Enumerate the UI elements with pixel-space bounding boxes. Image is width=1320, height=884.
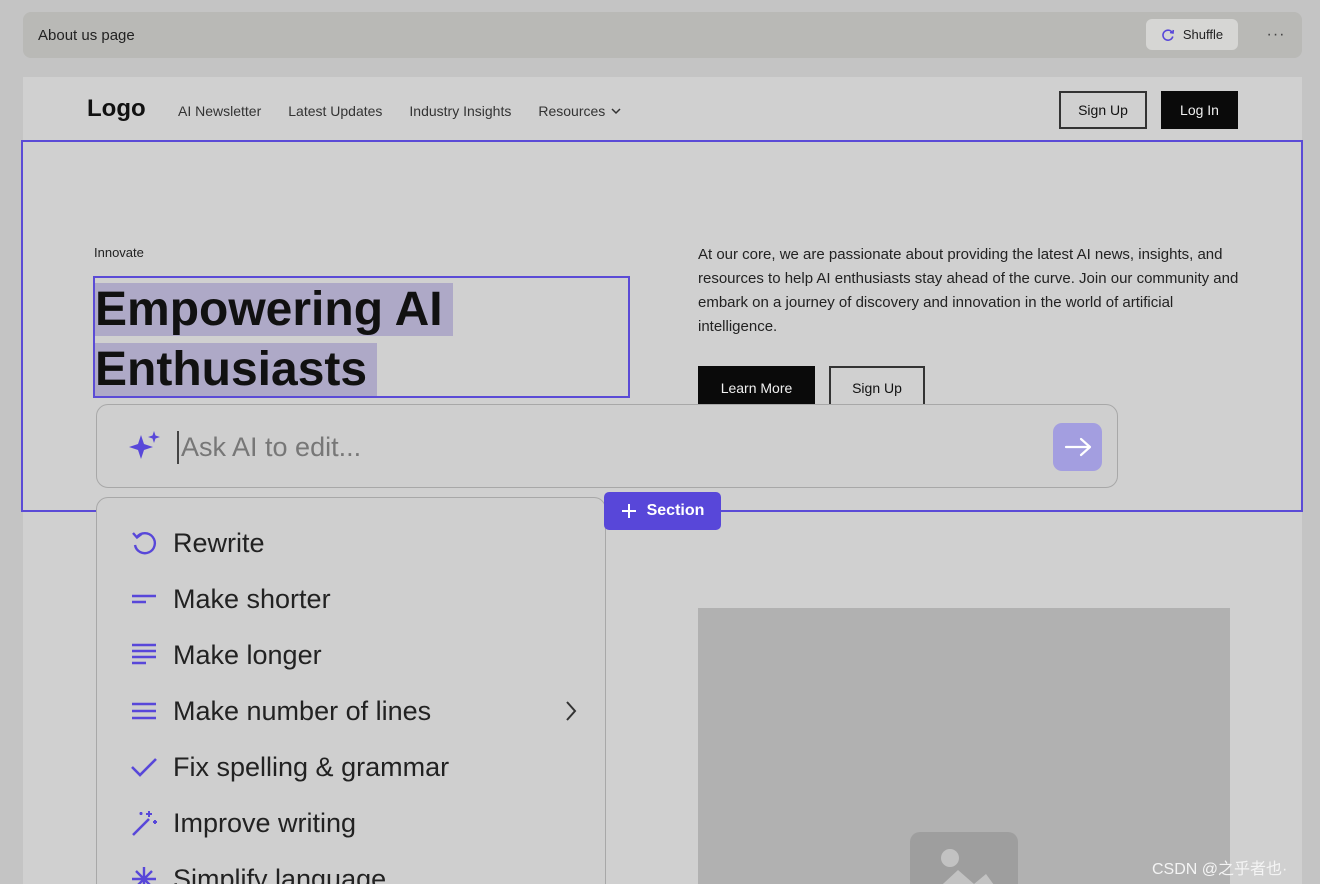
menu-item-fix-spelling-grammar[interactable]: Fix spelling & grammar — [129, 747, 579, 787]
editor-toolbar: About us page Shuffle ··· — [23, 12, 1302, 58]
ask-ai-bar: Ask AI to edit... — [96, 404, 1118, 488]
nav-link-resources-label: Resources — [538, 103, 606, 119]
menu-item-make-number-of-lines[interactable]: Make number of lines — [129, 691, 579, 731]
menu-item-label: Make number of lines — [173, 695, 432, 726]
hero-description[interactable]: At our core, we are passionate about pro… — [698, 243, 1243, 339]
plus-icon — [621, 504, 636, 518]
magic-wand-icon — [129, 808, 159, 838]
shuffle-icon — [1162, 28, 1174, 41]
menu-item-improve-writing[interactable]: Improve writing — [129, 803, 579, 843]
menu-item-make-longer[interactable]: Make longer — [129, 635, 579, 675]
long-lines-icon — [129, 640, 159, 670]
menu-item-rewrite[interactable]: Rewrite — [129, 523, 579, 563]
heading-selection-box — [93, 276, 630, 398]
nav-link-latest-updates[interactable]: Latest Updates — [288, 103, 382, 119]
logo[interactable]: Logo — [87, 95, 146, 123]
nav-link-resources[interactable]: Resources — [538, 103, 621, 119]
nav-link-industry-insights[interactable]: Industry Insights — [409, 103, 511, 119]
image-placeholder[interactable] — [698, 608, 1230, 884]
menu-item-simplify-language[interactable]: Simplify language — [129, 859, 579, 884]
chevron-right-icon — [566, 701, 577, 721]
shuffle-label: Shuffle — [1182, 27, 1224, 42]
add-section-label: Section — [646, 502, 705, 519]
image-icon — [910, 832, 1018, 884]
nav-login-button[interactable]: Log In — [1161, 91, 1238, 129]
rewrite-icon — [129, 528, 159, 558]
more-options-button[interactable]: ··· — [1261, 22, 1291, 48]
menu-item-label: Make longer — [173, 639, 322, 670]
text-caret — [177, 431, 179, 464]
page-name: About us page — [38, 27, 135, 44]
hero-tagline[interactable]: Innovate — [94, 245, 144, 260]
menu-item-label: Improve writing — [173, 807, 357, 838]
menu-item-label: Fix spelling & grammar — [173, 751, 450, 782]
menu-item-label: Make shorter — [173, 583, 331, 614]
sparkle-icon — [129, 864, 159, 884]
menu-item-label: Simplify language — [173, 863, 387, 884]
sparkle-icon — [129, 431, 160, 459]
shuffle-button[interactable]: Shuffle — [1146, 19, 1238, 50]
ai-action-menu: Rewrite Make shorter Make longer Make nu… — [96, 497, 606, 884]
check-icon — [129, 752, 159, 782]
lines-icon — [129, 696, 159, 726]
menu-item-make-shorter[interactable]: Make shorter — [129, 579, 579, 619]
ask-ai-input[interactable]: Ask AI to edit... — [181, 432, 361, 463]
nav-signup-button[interactable]: Sign Up — [1059, 91, 1147, 129]
watermark: CSDN @之乎者也· — [1152, 861, 1288, 878]
send-button[interactable] — [1053, 423, 1102, 471]
short-lines-icon — [129, 584, 159, 614]
add-section-button[interactable]: Section — [604, 492, 721, 530]
menu-item-label: Rewrite — [173, 527, 265, 558]
chevron-down-icon — [611, 108, 621, 115]
arrow-right-icon — [1064, 437, 1091, 457]
nav-link-ai-newsletter[interactable]: AI Newsletter — [178, 103, 261, 119]
nav-links: AI Newsletter Latest Updates Industry In… — [178, 103, 621, 119]
